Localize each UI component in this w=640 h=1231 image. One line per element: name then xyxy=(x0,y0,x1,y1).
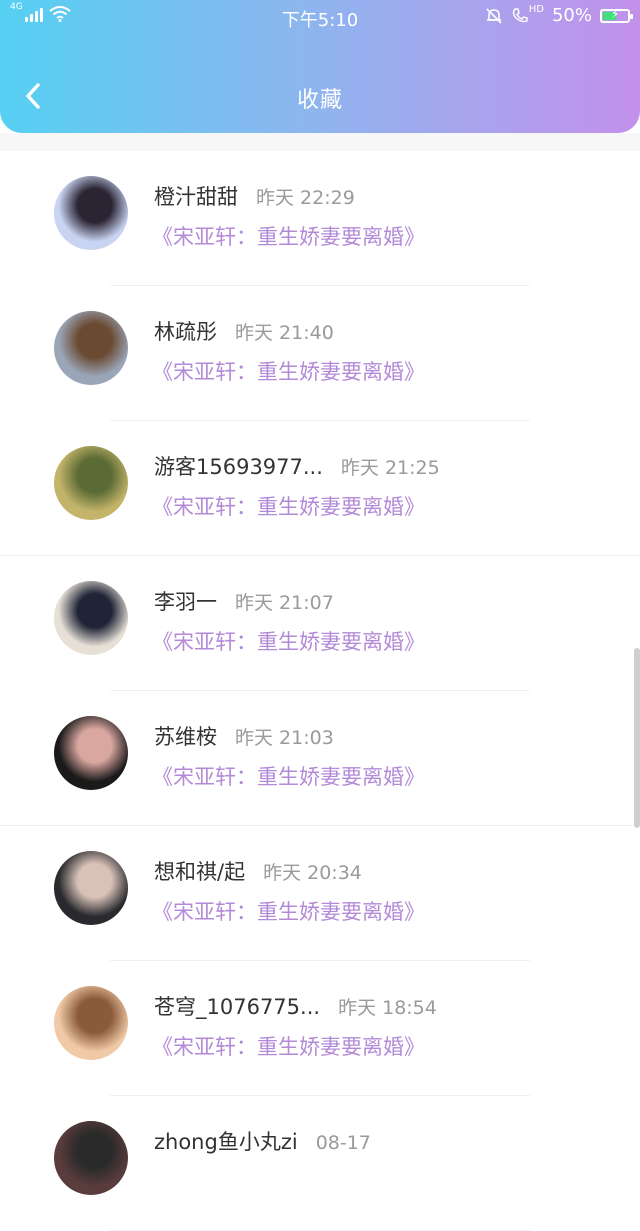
item-header: 游客15693977... 昨天 21:25 xyxy=(154,451,440,481)
scrollbar[interactable] xyxy=(634,648,640,828)
avatar[interactable] xyxy=(54,581,128,655)
avatar[interactable] xyxy=(54,446,128,520)
hd-label: HD xyxy=(528,4,544,15)
timestamp: 昨天 21:03 xyxy=(235,727,334,749)
book-title-link[interactable]: 《宋亚轩：重生娇妻要离婚》 xyxy=(152,896,425,926)
item-header: zhong鱼小丸zi 08-17 xyxy=(154,1126,371,1156)
user-name[interactable]: zhong鱼小丸zi xyxy=(154,1126,298,1156)
item-header: 李羽一 昨天 21:07 xyxy=(154,586,334,616)
user-name[interactable]: 林疏彤 xyxy=(154,316,217,346)
book-title-link[interactable]: 《宋亚轩：重生娇妻要离婚》 xyxy=(152,356,425,386)
user-name[interactable]: 李羽一 xyxy=(154,586,217,616)
list-item[interactable]: zhong鱼小丸zi 08-17 xyxy=(0,1096,640,1231)
timestamp: 08-17 xyxy=(315,1132,371,1154)
timestamp: 昨天 21:25 xyxy=(340,457,440,479)
avatar[interactable] xyxy=(54,986,128,1060)
avatar[interactable] xyxy=(54,311,128,385)
battery-percent: 50% xyxy=(551,5,592,26)
header-bar: 4G 下午5:10 HD 50% ⚡ 收藏 xyxy=(0,0,640,133)
list-item[interactable]: 苍穹_1076775... 昨天 18:54 《宋亚轩：重生娇妻要离婚》 xyxy=(0,961,640,1096)
item-header: 橙汁甜甜 昨天 22:29 xyxy=(154,181,355,211)
avatar[interactable] xyxy=(54,716,128,790)
list-item[interactable]: 林疏彤 昨天 21:40 《宋亚轩：重生娇妻要离婚》 xyxy=(0,286,640,421)
user-name[interactable]: 苏维桉 xyxy=(154,721,217,751)
list-item[interactable]: 李羽一 昨天 21:07 《宋亚轩：重生娇妻要离婚》 xyxy=(0,556,640,691)
avatar[interactable] xyxy=(54,851,128,925)
timestamp: 昨天 18:54 xyxy=(338,997,437,1019)
avatar[interactable] xyxy=(54,176,128,250)
hd-call-icon: HD xyxy=(511,4,544,25)
user-name[interactable]: 想和祺/起 xyxy=(154,856,245,886)
user-name[interactable]: 橙汁甜甜 xyxy=(154,181,238,211)
list-item[interactable]: 想和祺/起 昨天 20:34 《宋亚轩：重生娇妻要离婚》 xyxy=(0,826,640,961)
mute-bell-icon xyxy=(486,7,502,24)
list-item[interactable]: 苏维桉 昨天 21:03 《宋亚轩：重生娇妻要离婚》 xyxy=(0,691,640,826)
item-header: 林疏彤 昨天 21:40 xyxy=(154,316,334,346)
timestamp: 昨天 21:40 xyxy=(235,322,334,344)
user-name[interactable]: 苍穹_1076775... xyxy=(154,991,320,1021)
item-header: 想和祺/起 昨天 20:34 xyxy=(154,856,362,886)
item-header: 苏维桉 昨天 21:03 xyxy=(154,721,334,751)
list-item[interactable]: 橙汁甜甜 昨天 22:29 《宋亚轩：重生娇妻要离婚》 xyxy=(0,151,640,286)
battery-icon: ⚡ xyxy=(600,7,633,23)
timestamp: 昨天 22:29 xyxy=(256,187,355,209)
page-title: 收藏 xyxy=(296,88,343,113)
status-right: HD 50% ⚡ xyxy=(485,4,633,26)
timestamp: 昨天 20:34 xyxy=(263,862,362,884)
user-name[interactable]: 游客15693977... xyxy=(154,451,323,481)
avatar[interactable] xyxy=(54,1121,128,1195)
book-title-link[interactable]: 《宋亚轩：重生娇妻要离婚》 xyxy=(152,1031,425,1061)
book-title-link[interactable]: 《宋亚轩：重生娇妻要离婚》 xyxy=(152,221,425,251)
header-gap xyxy=(0,133,640,151)
item-header: 苍穹_1076775... 昨天 18:54 xyxy=(154,991,437,1021)
book-title-link[interactable]: 《宋亚轩：重生娇妻要离婚》 xyxy=(152,761,425,791)
favorites-list: 橙汁甜甜 昨天 22:29 《宋亚轩：重生娇妻要离婚》 林疏彤 昨天 21:40 《宋亚轩… xyxy=(0,151,640,1231)
book-title-link[interactable]: 《宋亚轩：重生娇妻要离婚》 xyxy=(152,491,425,521)
timestamp: 昨天 21:07 xyxy=(235,592,334,614)
list-item[interactable]: 游客15693977... 昨天 21:25 《宋亚轩：重生娇妻要离婚》 xyxy=(0,421,640,556)
status-bar: 4G 下午5:10 HD 50% ⚡ xyxy=(0,0,640,34)
book-title-link[interactable]: 《宋亚轩：重生娇妻要离婚》 xyxy=(152,626,425,656)
